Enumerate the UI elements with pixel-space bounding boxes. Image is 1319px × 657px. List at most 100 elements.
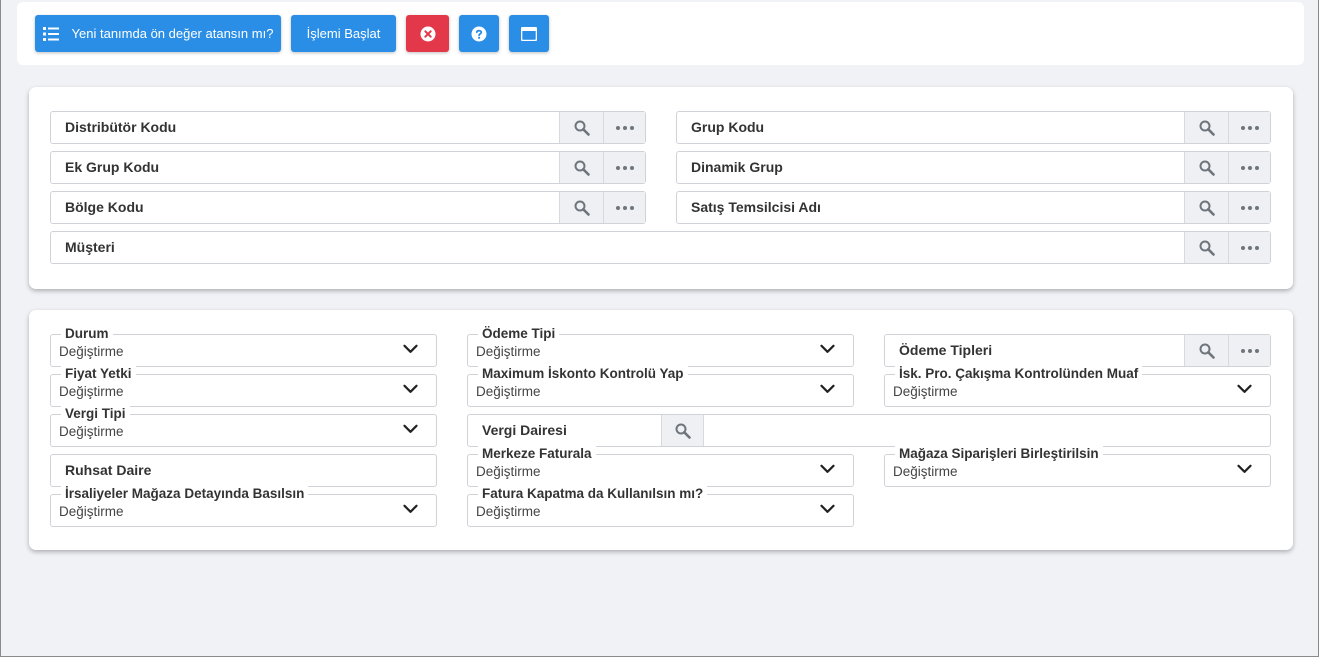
customer-label: Müşteri bbox=[65, 239, 115, 255]
dynamic-group-label: Dinamik Grup bbox=[691, 159, 783, 175]
customer-more-button[interactable] bbox=[1228, 232, 1270, 263]
more-dots-icon bbox=[1240, 245, 1259, 250]
extra-group-lookup[interactable]: Ek Grup Kodu bbox=[50, 151, 646, 184]
group-lookup[interactable]: Grup Kodu bbox=[676, 111, 1271, 144]
chevron-down-icon bbox=[403, 504, 418, 513]
merge-orders-value: Değiştirme bbox=[893, 464, 958, 479]
price-auth-value: Değiştirme bbox=[59, 384, 124, 399]
chevron-down-icon bbox=[403, 344, 418, 353]
tax-type-select[interactable]: Vergi Tipi Değiştirme bbox=[50, 405, 437, 447]
invoice-hq-value: Değiştirme bbox=[476, 464, 541, 479]
status-value: Değiştirme bbox=[59, 344, 124, 359]
chevron-down-icon bbox=[1237, 384, 1252, 393]
more-dots-icon bbox=[615, 205, 634, 210]
region-search-button[interactable] bbox=[559, 192, 603, 223]
extra-group-more-button[interactable] bbox=[603, 152, 645, 183]
max-discount-select[interactable]: Maximum İskonto Kontrolü Yap Değiştirme bbox=[467, 365, 854, 407]
start-process-button[interactable]: İşlemi Başlat bbox=[291, 15, 396, 52]
settings-panel: Durum Değiştirme Ödeme Tipi Değiştirme Ö… bbox=[29, 310, 1293, 550]
license-office-field[interactable]: Ruhsat Daire bbox=[50, 454, 437, 487]
close-circle-icon bbox=[420, 26, 435, 41]
customer-search-button[interactable] bbox=[1184, 232, 1228, 263]
conflict-exempt-select[interactable]: İsk. Pro. Çakışma Kontrolünden Muaf Deği… bbox=[884, 365, 1271, 407]
customer-lookup[interactable]: Müşteri bbox=[50, 231, 1271, 264]
more-dots-icon bbox=[1240, 125, 1259, 130]
payment-type-value: Değiştirme bbox=[476, 344, 541, 359]
default-value-button-label: Yeni tanımda ön değer atansın mı? bbox=[71, 26, 274, 41]
group-more-button[interactable] bbox=[1228, 112, 1270, 143]
payment-type-select[interactable]: Ödeme Tipi Değiştirme bbox=[467, 325, 854, 367]
more-dots-icon bbox=[1240, 165, 1259, 170]
tax-office-label: Vergi Dairesi bbox=[482, 422, 567, 438]
help-circle-icon bbox=[471, 26, 487, 41]
more-dots-icon bbox=[1240, 205, 1259, 210]
sales-rep-search-button[interactable] bbox=[1184, 192, 1228, 223]
license-office-label: Ruhsat Daire bbox=[65, 462, 152, 478]
search-icon bbox=[1199, 343, 1215, 359]
toolbar: Yeni tanımda ön değer atansın mı? İşlemi… bbox=[17, 2, 1304, 65]
default-value-button[interactable]: Yeni tanımda ön değer atansın mı? bbox=[35, 15, 281, 52]
sales-rep-more-button[interactable] bbox=[1228, 192, 1270, 223]
extra-group-search-button[interactable] bbox=[559, 152, 603, 183]
chevron-down-icon bbox=[1237, 464, 1252, 473]
chevron-down-icon bbox=[820, 464, 835, 473]
search-icon bbox=[1199, 160, 1215, 176]
payment-type-label: Ödeme Tipi bbox=[478, 325, 560, 342]
dynamic-group-search-button[interactable] bbox=[1184, 152, 1228, 183]
waybill-print-label: İrsaliyeler Mağaza Detayında Basılsın bbox=[61, 485, 309, 502]
region-lookup[interactable]: Bölge Kodu bbox=[50, 191, 646, 224]
more-dots-icon bbox=[615, 125, 634, 130]
search-icon bbox=[574, 160, 590, 176]
group-label: Grup Kodu bbox=[691, 119, 765, 135]
status-select[interactable]: Durum Değiştirme bbox=[50, 325, 437, 367]
region-more-button[interactable] bbox=[603, 192, 645, 223]
conflict-exempt-label: İsk. Pro. Çakışma Kontrolünden Muaf bbox=[895, 365, 1143, 382]
tax-office-search-button[interactable] bbox=[661, 415, 704, 446]
payment-types-more-button[interactable] bbox=[1228, 335, 1270, 366]
distributor-more-button[interactable] bbox=[603, 112, 645, 143]
chevron-down-icon bbox=[403, 424, 418, 433]
price-auth-label: Fiyat Yetki bbox=[61, 365, 136, 382]
invoice-close-label: Fatura Kapatma da Kullanılsın mı? bbox=[478, 485, 708, 502]
waybill-print-value: Değiştirme bbox=[59, 504, 124, 519]
max-discount-label: Maximum İskonto Kontrolü Yap bbox=[478, 365, 688, 382]
search-icon bbox=[675, 423, 691, 439]
distributor-label: Distribütör Kodu bbox=[65, 119, 177, 135]
help-button[interactable] bbox=[459, 15, 499, 52]
chevron-down-icon bbox=[820, 384, 835, 393]
invoice-hq-select[interactable]: Merkeze Faturala Değiştirme bbox=[467, 445, 854, 487]
max-discount-value: Değiştirme bbox=[476, 384, 541, 399]
list-icon bbox=[42, 26, 59, 41]
sales-rep-label: Satış Temsilcisi Adı bbox=[691, 199, 821, 215]
invoice-close-select[interactable]: Fatura Kapatma da Kullanılsın mı? Değişt… bbox=[467, 485, 854, 527]
region-label: Bölge Kodu bbox=[65, 199, 144, 215]
price-auth-select[interactable]: Fiyat Yetki Değiştirme bbox=[50, 365, 437, 407]
invoice-close-value: Değiştirme bbox=[476, 504, 541, 519]
more-dots-icon bbox=[1240, 348, 1259, 353]
payment-types-search-button[interactable] bbox=[1184, 335, 1228, 366]
waybill-print-select[interactable]: İrsaliyeler Mağaza Detayında Basılsın De… bbox=[50, 485, 437, 527]
conflict-exempt-value: Değiştirme bbox=[893, 384, 958, 399]
dynamic-group-lookup[interactable]: Dinamik Grup bbox=[676, 151, 1271, 184]
payment-types-lookup[interactable]: Ödeme Tipleri bbox=[884, 334, 1271, 367]
window-button[interactable] bbox=[509, 15, 549, 52]
tax-type-label: Vergi Tipi bbox=[61, 405, 130, 422]
distributor-lookup[interactable]: Distribütör Kodu bbox=[50, 111, 646, 144]
search-icon bbox=[1199, 200, 1215, 216]
merge-orders-select[interactable]: Mağaza Siparişleri Birleştirilsin Değişt… bbox=[884, 445, 1271, 487]
sales-rep-lookup[interactable]: Satış Temsilcisi Adı bbox=[676, 191, 1271, 224]
distributor-search-button[interactable] bbox=[559, 112, 603, 143]
search-icon bbox=[574, 120, 590, 136]
chevron-down-icon bbox=[820, 504, 835, 513]
tax-type-value: Değiştirme bbox=[59, 424, 124, 439]
chevron-down-icon bbox=[403, 384, 418, 393]
dynamic-group-more-button[interactable] bbox=[1228, 152, 1270, 183]
cancel-button[interactable] bbox=[406, 15, 449, 52]
group-search-button[interactable] bbox=[1184, 112, 1228, 143]
window-icon bbox=[521, 26, 537, 41]
invoice-hq-label: Merkeze Faturala bbox=[478, 445, 596, 462]
search-icon bbox=[1199, 120, 1215, 136]
tax-office-lookup[interactable]: Vergi Dairesi bbox=[467, 414, 1271, 447]
filters-panel: Distribütör Kodu Grup Kodu Ek Grup Kodu … bbox=[29, 87, 1293, 289]
search-icon bbox=[574, 200, 590, 216]
